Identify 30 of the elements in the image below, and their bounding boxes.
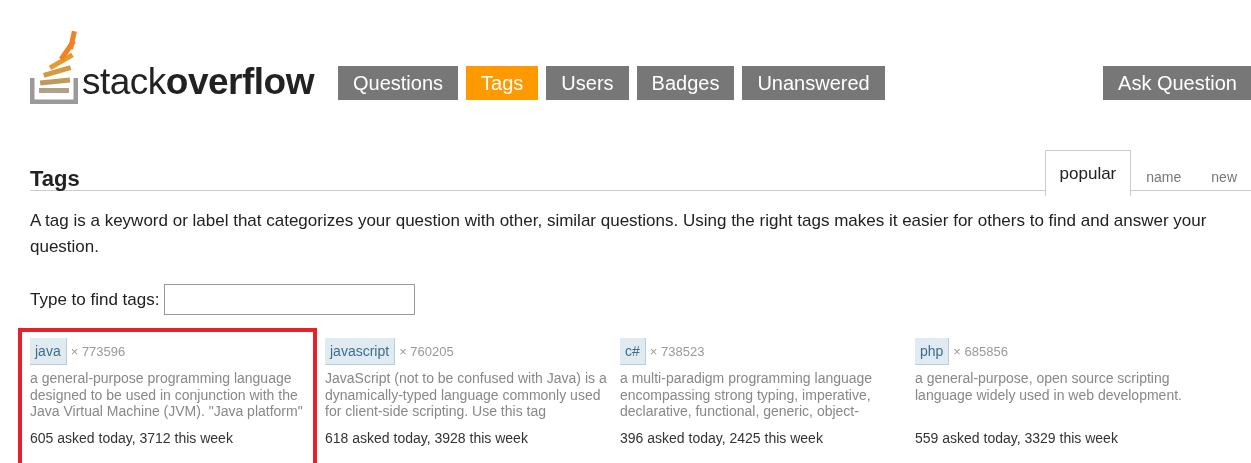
question-count: × 738523	[649, 342, 705, 361]
nav-tab[interactable]: Users	[546, 66, 629, 100]
filter-label: Type to find tags:	[30, 288, 160, 311]
question-count: × 773596	[70, 342, 126, 361]
tag-stats: 605 asked today, 3712 this week	[30, 429, 234, 448]
tag-stats: 396 asked today, 2425 this week	[620, 429, 824, 448]
sort-tab[interactable]: popular	[1044, 150, 1132, 196]
nav-tab[interactable]: Unanswered	[742, 66, 885, 100]
tag-description: a multi-paradigm programming language encompassing strong typing, imperative, declarative, functional, generic, object-	[620, 370, 874, 421]
tag-stats: 618 asked today, 3928 this week	[325, 429, 529, 448]
tag-description: JavaScript (not to be confused with Java) is a dynamically-typed language commonly used for client-side scripting. Use this tag	[325, 370, 608, 421]
tag-chip[interactable]: javascript	[325, 338, 396, 365]
tag-filter-field[interactable]	[164, 284, 416, 315]
logo-wordmark[interactable]: stackoverflow	[82, 63, 314, 104]
sort-tab[interactable]: name	[1131, 158, 1197, 196]
ask-question-button[interactable]: Ask Question	[1103, 66, 1251, 100]
tag-description: a general-purpose programming language designed to be used in conjunction with the Java Virtual Machine (JVM). "Java platform"	[30, 370, 304, 421]
sort-tab[interactable]: new	[1196, 158, 1251, 196]
tag-stats: 559 asked today, 3329 this week	[915, 429, 1119, 448]
nav-tab[interactable]: Badges	[636, 66, 735, 100]
page-title: Tags	[30, 165, 80, 193]
question-count: × 685856	[953, 342, 1008, 361]
nav-tab[interactable]: Questions	[338, 66, 459, 100]
logo-icon	[30, 28, 78, 104]
question-count: × 760205	[399, 342, 454, 361]
tag-description: a general-purpose, open source scripting language widely used in web development.	[915, 370, 1183, 405]
tag-chip[interactable]: c#	[620, 338, 646, 365]
tag-chip[interactable]: php	[915, 338, 950, 365]
intro-text: A tag is a keyword or label that categorizes your question with other, similar questions. Using the right tags makes it easier for others to find and answer your question.	[30, 210, 1208, 258]
tag-chip[interactable]: java	[30, 338, 67, 365]
